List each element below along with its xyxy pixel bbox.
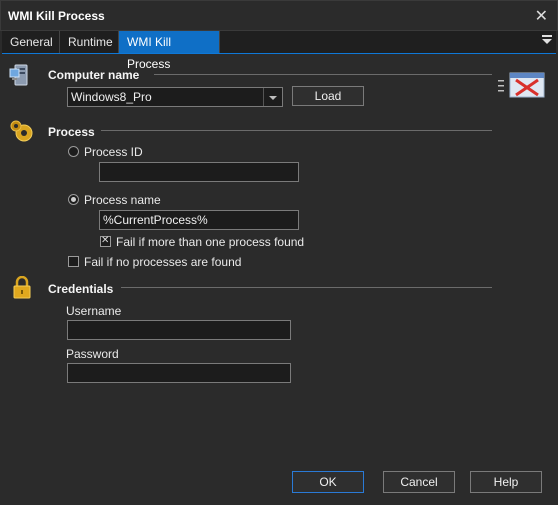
process-name-radio[interactable] bbox=[68, 194, 79, 205]
tab-wmi-kill-process[interactable]: WMI Kill Process bbox=[119, 31, 220, 71]
fail-multiple-label: Fail if more than one process found bbox=[116, 235, 305, 249]
process-name-label: Process name bbox=[84, 193, 161, 207]
process-heading: Process bbox=[48, 125, 95, 139]
process-id-input[interactable] bbox=[99, 162, 299, 182]
process-id-radio[interactable] bbox=[68, 146, 79, 157]
computer-name-heading: Computer name bbox=[48, 68, 140, 82]
close-icon[interactable]: ✕ bbox=[535, 6, 548, 26]
process-name-input[interactable]: %CurrentProcess% bbox=[99, 210, 299, 230]
computer-icon bbox=[9, 63, 31, 90]
divider bbox=[101, 130, 492, 131]
username-label: Username bbox=[66, 304, 122, 318]
tab-menu-icon[interactable] bbox=[542, 34, 552, 48]
password-input[interactable] bbox=[67, 363, 291, 383]
divider bbox=[154, 74, 492, 75]
load-button[interactable]: Load bbox=[292, 86, 364, 106]
tab-general[interactable]: General bbox=[2, 31, 60, 53]
wmi-kill-process-icon bbox=[498, 70, 546, 105]
window-title: WMI Kill Process bbox=[8, 9, 105, 23]
divider bbox=[121, 287, 492, 288]
chevron-down-icon[interactable] bbox=[263, 88, 282, 106]
process-id-label: Process ID bbox=[84, 145, 143, 159]
computer-name-combobox[interactable]: Windows8_Pro bbox=[67, 87, 283, 107]
fail-none-label: Fail if no processes are found bbox=[84, 255, 242, 269]
lock-icon bbox=[12, 275, 32, 303]
gears-icon bbox=[9, 118, 35, 147]
password-label: Password bbox=[66, 347, 119, 361]
fail-none-checkbox[interactable] bbox=[68, 256, 79, 267]
computer-name-value: Windows8_Pro bbox=[71, 90, 152, 104]
cancel-button[interactable]: Cancel bbox=[383, 471, 455, 493]
ok-button[interactable]: OK bbox=[292, 471, 364, 493]
help-button[interactable]: Help bbox=[470, 471, 542, 493]
fail-multiple-checkbox[interactable] bbox=[100, 235, 111, 247]
tab-strip: General Runtime WMI Kill Process bbox=[2, 31, 556, 71]
credentials-heading: Credentials bbox=[48, 282, 114, 296]
tab-runtime[interactable]: Runtime bbox=[60, 31, 119, 53]
username-input[interactable] bbox=[67, 320, 291, 340]
